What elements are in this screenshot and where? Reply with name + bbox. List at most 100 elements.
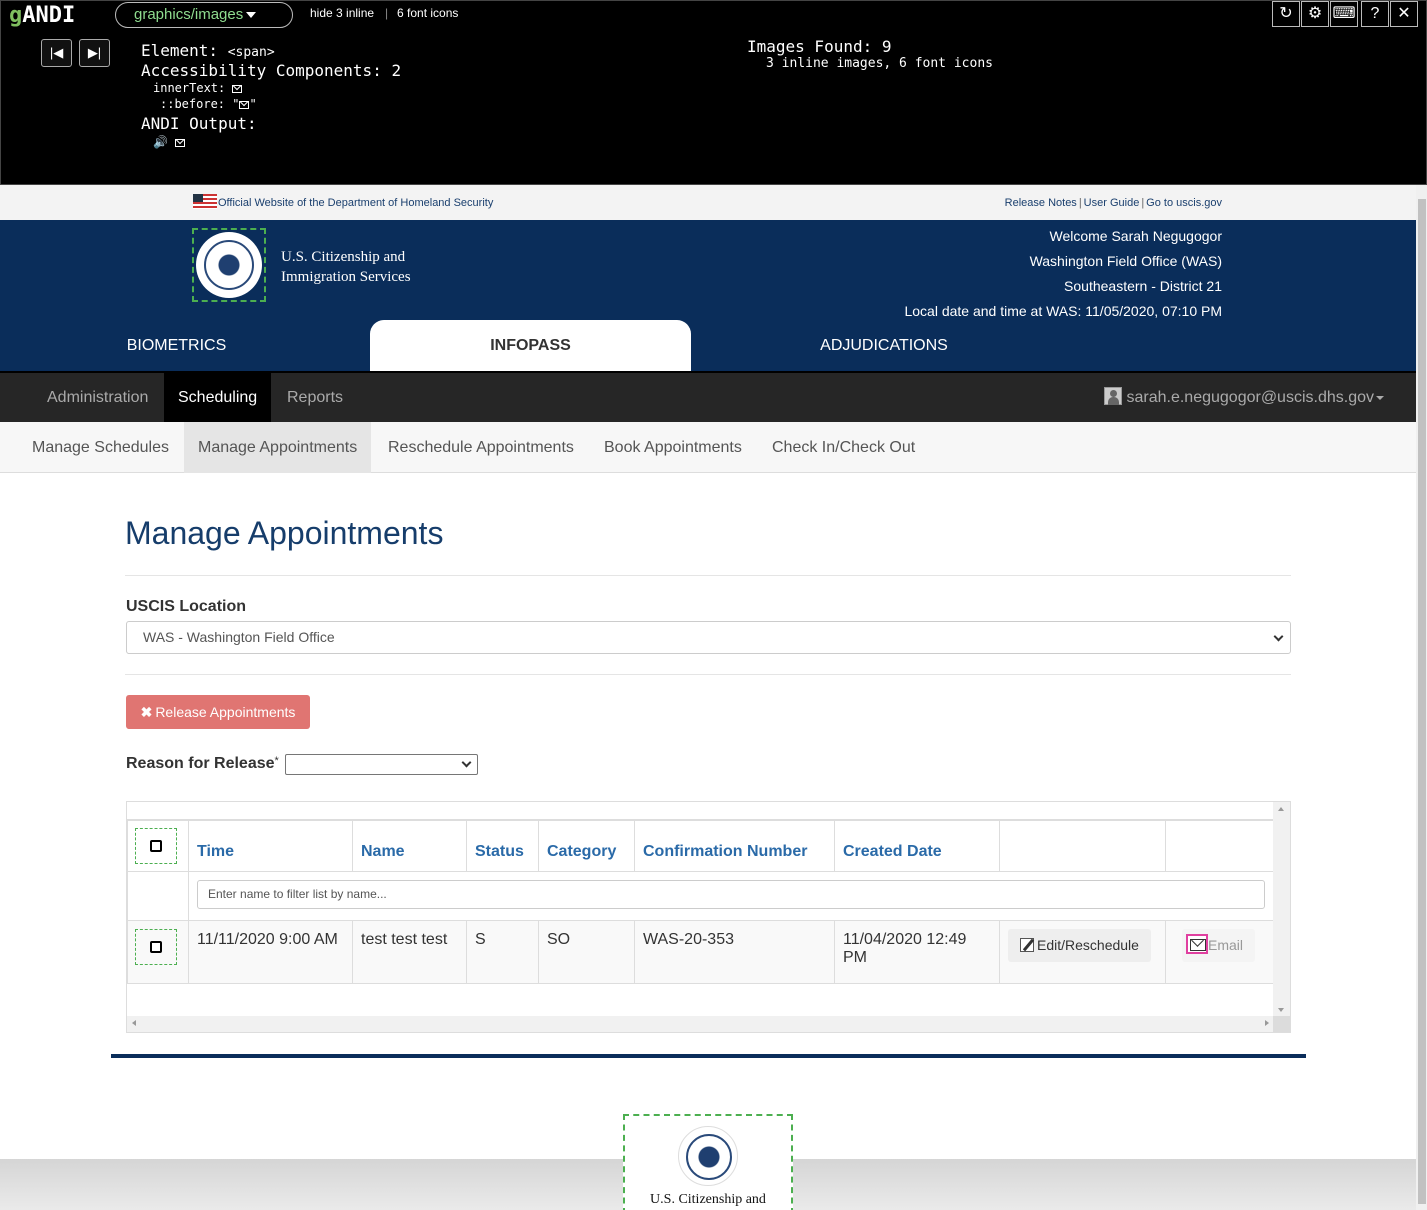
tab-adjudications[interactable]: ADJUDICATIONS: [800, 320, 968, 371]
caret-down-icon: [1376, 395, 1384, 400]
release-notes-link[interactable]: Release Notes: [1005, 197, 1077, 209]
mode-dropdown[interactable]: graphics/images: [115, 2, 293, 28]
header-category[interactable]: Category: [538, 820, 635, 872]
subnav-check-in-out[interactable]: Check In/Check Out: [758, 422, 929, 473]
gov-links: Release Notes | User Guide | Go to uscis.gov: [1004, 197, 1222, 209]
subnav-book-appointments[interactable]: Book Appointments: [590, 422, 756, 473]
dhs-seal-icon: [196, 232, 262, 298]
footer-agency-name: U.S. Citizenship and: [650, 1192, 766, 1207]
hide-inline-link[interactable]: hide 3 inline: [310, 6, 374, 20]
cell-category: SO: [538, 920, 635, 984]
page-scrollbar[interactable]: [1416, 185, 1427, 1210]
us-flag-icon: [193, 194, 217, 209]
reason-select[interactable]: [285, 754, 478, 775]
nav-reports[interactable]: Reports: [273, 373, 357, 422]
select-all-checkbox[interactable]: [135, 828, 177, 864]
gov-banner: Official Website of the Department of Ho…: [0, 185, 1416, 220]
pencil-icon: [1020, 938, 1034, 952]
keyboard-icon[interactable]: ⌨: [1330, 1, 1358, 27]
location-label: USCIS Location: [126, 598, 247, 615]
main-nav: Administration Scheduling Reports sarah.…: [0, 371, 1416, 422]
grid-vertical-scrollbar[interactable]: [1273, 802, 1290, 1017]
chevron-down-icon: [1273, 631, 1284, 642]
cell-created: 11/04/2020 12:49 PM: [834, 920, 1000, 984]
page-scrollbar-thumb[interactable]: [1418, 199, 1426, 1204]
grid-top-bar: [127, 802, 1274, 820]
next-element-button[interactable]: ▶|: [79, 39, 110, 67]
divider: [125, 575, 1291, 576]
table-row: 11/11/2020 9:00 AM test test test S SO W…: [127, 920, 1274, 984]
font-icons-link[interactable]: 6 font icons: [397, 6, 458, 20]
caret-down-icon: [246, 12, 257, 19]
cell-name: test test test: [352, 920, 467, 984]
scroll-down-icon[interactable]: [1278, 1008, 1284, 1012]
cell-confirmation: WAS-20-353: [634, 920, 835, 984]
agency-name: U.S. Citizenship and Immigration Services: [281, 249, 411, 285]
andi-logo: gANDI: [9, 3, 76, 28]
filter-row: Enter name to filter list by name...: [127, 871, 1274, 921]
district-text: Southeastern - District 21: [1064, 278, 1222, 294]
dhs-seal-logo: [192, 228, 266, 302]
page-title: Manage Appointments: [125, 515, 444, 551]
footer-divider: [111, 1054, 1306, 1058]
envelope-icon: [239, 100, 250, 109]
envelope-icon: [175, 138, 186, 147]
images-found: Images Found: 9: [747, 37, 892, 56]
user-menu[interactable]: sarah.e.negugogor@uscis.dhs.gov: [1104, 373, 1384, 422]
header-email: [1165, 820, 1274, 872]
andi-output: 🔊: [153, 135, 186, 149]
office-text: Washington Field Office (WAS): [1029, 253, 1222, 269]
footer-logo: U.S. Citizenship and: [623, 1114, 793, 1210]
scroll-right-icon[interactable]: [1265, 1020, 1269, 1026]
subnav-reschedule-appointments[interactable]: Reschedule Appointments: [374, 422, 588, 473]
subnav-manage-schedules[interactable]: Manage Schedules: [18, 422, 183, 473]
name-filter-input[interactable]: Enter name to filter list by name...: [197, 880, 1265, 909]
release-appointments-button[interactable]: ✖ Release Appointments: [126, 695, 310, 729]
user-guide-link[interactable]: User Guide: [1084, 197, 1140, 209]
header-created-date[interactable]: Created Date: [834, 820, 1000, 872]
header-confirmation-number[interactable]: Confirmation Number: [634, 820, 835, 872]
before-info: ::before: " ": [160, 97, 257, 111]
header-edit: [999, 820, 1166, 872]
select-all-cell: [127, 820, 189, 872]
appointments-table: Time Name Status Category Confirmation N…: [127, 820, 1274, 984]
settings-icon[interactable]: ⚙: [1301, 1, 1329, 27]
chevron-down-icon: [461, 757, 472, 768]
uscis-gov-link[interactable]: Go to uscis.gov: [1146, 197, 1222, 209]
nav-scheduling[interactable]: Scheduling: [164, 373, 272, 422]
dhs-seal-icon: [678, 1126, 738, 1186]
help-icon[interactable]: ?: [1361, 1, 1389, 27]
refresh-icon[interactable]: ↻: [1272, 1, 1300, 27]
edit-reschedule-button[interactable]: Edit/Reschedule: [1008, 929, 1151, 962]
tab-biometrics[interactable]: BIOMETRICS: [105, 320, 248, 371]
user-icon: [1104, 387, 1123, 405]
header-time[interactable]: Time: [188, 820, 353, 872]
official-website-text: Official Website of the Department of Ho…: [218, 197, 494, 209]
previous-element-button[interactable]: |◀: [41, 39, 72, 67]
table-header-row: Time Name Status Category Confirmation N…: [127, 820, 1274, 872]
appointments-grid: Time Name Status Category Confirmation N…: [126, 801, 1291, 1033]
scrollbar-corner: [1273, 1016, 1290, 1032]
reason-label: Reason for Release*: [126, 755, 279, 772]
location-select[interactable]: WAS - Washington Field Office: [126, 621, 1291, 654]
scroll-left-icon[interactable]: [132, 1020, 136, 1026]
envelope-icon: [232, 84, 243, 93]
scroll-up-icon[interactable]: [1278, 807, 1284, 811]
separator: |: [385, 6, 389, 20]
subnav-manage-appointments[interactable]: Manage Appointments: [184, 422, 372, 473]
images-detail: 3 inline images, 6 font icons: [766, 56, 993, 71]
andi-toolbar: gANDI graphics/images hide 3 inline | 6 …: [0, 0, 1427, 185]
row-checkbox[interactable]: [135, 929, 177, 965]
tab-infopass[interactable]: INFOPASS: [370, 320, 691, 371]
user-info: Welcome Sarah Negugogor Washington Field…: [904, 224, 1222, 324]
close-icon[interactable]: ✕: [1390, 1, 1418, 27]
header-status[interactable]: Status: [466, 820, 539, 872]
envelope-icon: [1186, 934, 1208, 954]
nav-administration[interactable]: Administration: [33, 373, 162, 422]
components-info: Accessibility Components: 2: [141, 61, 402, 80]
email-button[interactable]: Email: [1182, 929, 1256, 962]
screen-reader-icon: 🔊: [153, 135, 168, 149]
grid-horizontal-scrollbar[interactable]: [127, 1016, 1274, 1032]
sub-nav: Manage Schedules Manage Appointments Res…: [0, 422, 1416, 473]
header-name[interactable]: Name: [352, 820, 467, 872]
